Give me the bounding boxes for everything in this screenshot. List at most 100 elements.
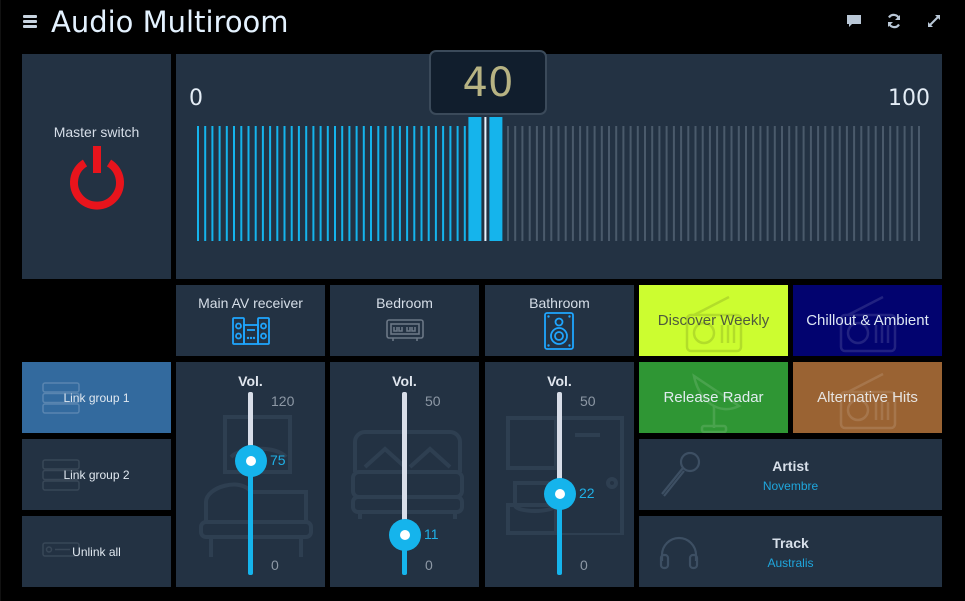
volume-bar[interactable] xyxy=(867,126,870,241)
slider-track-remaining[interactable] xyxy=(402,392,407,535)
volume-bar[interactable] xyxy=(838,126,841,241)
volume-bar[interactable] xyxy=(615,126,618,241)
volume-bar[interactable] xyxy=(817,126,820,241)
volume-bar[interactable] xyxy=(730,126,733,241)
volume-bar[interactable] xyxy=(254,126,257,241)
volume-bar[interactable] xyxy=(247,126,250,241)
volume-bar[interactable] xyxy=(874,126,877,241)
volume-bar[interactable] xyxy=(701,126,704,241)
power-icon[interactable] xyxy=(66,146,128,210)
volume-bar[interactable] xyxy=(261,126,264,241)
volume-bar[interactable] xyxy=(658,126,661,241)
device-main-av-receiver[interactable]: Main AV receiver xyxy=(176,285,325,356)
volume-bar[interactable] xyxy=(507,126,509,241)
volume-bar[interactable] xyxy=(622,126,625,241)
volume-bar[interactable] xyxy=(600,126,603,241)
volume-bar[interactable] xyxy=(442,126,445,241)
volume-bar[interactable] xyxy=(723,126,726,241)
volume-bar[interactable] xyxy=(579,126,582,241)
volume-bar[interactable] xyxy=(456,126,459,241)
volume-bar[interactable] xyxy=(528,126,531,241)
volume-bar[interactable] xyxy=(535,126,538,241)
volume-bar[interactable] xyxy=(557,126,560,241)
device-bedroom[interactable]: Bedroom xyxy=(330,285,479,356)
volume-handle-right[interactable] xyxy=(489,117,503,241)
volume-bar[interactable] xyxy=(355,126,358,241)
volume-bar[interactable] xyxy=(593,126,596,241)
volume-bar[interactable] xyxy=(564,126,567,241)
volume-handle-left[interactable] xyxy=(468,117,482,241)
volume-bar[interactable] xyxy=(636,126,639,241)
volume-bar[interactable] xyxy=(896,126,899,241)
volume-bar[interactable] xyxy=(449,126,452,241)
volume-bar[interactable] xyxy=(694,126,697,241)
volume-bar[interactable] xyxy=(305,126,308,241)
slider-thumb[interactable] xyxy=(234,444,267,477)
volume-bar[interactable] xyxy=(788,126,791,241)
volume-handle-center-line[interactable] xyxy=(484,117,487,241)
volume-bar[interactable] xyxy=(845,126,848,241)
slider-track-filled[interactable] xyxy=(248,460,253,575)
volume-bar[interactable] xyxy=(853,126,856,241)
volume-bar[interactable] xyxy=(240,126,243,241)
volume-bar[interactable] xyxy=(644,126,646,241)
volume-bar[interactable] xyxy=(233,126,235,241)
volume-bar[interactable] xyxy=(831,126,834,241)
volume-bar[interactable] xyxy=(276,126,279,241)
volume-bar[interactable] xyxy=(197,126,199,241)
volume-bar[interactable] xyxy=(665,126,668,241)
slider-thumb[interactable] xyxy=(388,518,421,551)
device-bathroom[interactable]: Bathroom xyxy=(485,285,634,356)
playlist-chillout-ambient[interactable]: Chillout & Ambient xyxy=(793,285,942,356)
volume-bar[interactable] xyxy=(759,126,762,241)
volume-bar[interactable] xyxy=(773,126,776,241)
volume-bar[interactable] xyxy=(514,126,517,241)
master-volume-tile[interactable]: 0 100 xyxy=(176,54,942,279)
playlist-discover-weekly[interactable]: Discover Weekly xyxy=(639,285,788,356)
chat-icon[interactable] xyxy=(845,12,865,32)
volume-bar[interactable] xyxy=(225,126,228,241)
volume-bars[interactable] xyxy=(176,54,942,279)
volume-bar[interactable] xyxy=(543,126,546,241)
volume-bar[interactable] xyxy=(218,126,221,241)
volume-bar[interactable] xyxy=(362,126,365,241)
volume-bar[interactable] xyxy=(420,126,423,241)
playlist-release-radar[interactable]: Release Radar xyxy=(639,362,788,433)
volume-bar[interactable] xyxy=(326,126,329,241)
link-group-2-button[interactable]: Link group 2 xyxy=(22,439,171,510)
master-switch-tile[interactable]: Master switch xyxy=(22,54,171,279)
volume-bar[interactable] xyxy=(629,126,632,241)
volume-bar[interactable] xyxy=(211,126,214,241)
refresh-icon[interactable] xyxy=(885,12,905,32)
volume-bar[interactable] xyxy=(391,126,394,241)
volume-bar[interactable] xyxy=(918,126,920,241)
volume-bar[interactable] xyxy=(427,126,430,241)
volume-bar[interactable] xyxy=(434,126,437,241)
volume-bar[interactable] xyxy=(795,126,798,241)
link-group-1-button[interactable]: Link group 1 xyxy=(22,362,171,433)
volume-bar[interactable] xyxy=(608,126,610,241)
volume-bar[interactable] xyxy=(716,126,719,241)
playlist-alternative-hits[interactable]: Alternative Hits xyxy=(793,362,942,433)
volume-bar[interactable] xyxy=(463,126,466,241)
volume-bar[interactable] xyxy=(882,126,884,241)
volume-bar[interactable] xyxy=(752,126,755,241)
volume-bar[interactable] xyxy=(802,126,805,241)
volume-bar[interactable] xyxy=(586,126,589,241)
volume-bar[interactable] xyxy=(406,126,409,241)
unlink-all-button[interactable]: Unlink all xyxy=(22,516,171,587)
slider-thumb[interactable] xyxy=(543,478,576,511)
volume-bar[interactable] xyxy=(384,126,387,241)
volume-bar[interactable] xyxy=(781,126,783,241)
volume-bar[interactable] xyxy=(889,126,892,241)
volume-bar[interactable] xyxy=(341,126,344,241)
volume-bar[interactable] xyxy=(737,126,740,241)
volume-bar[interactable] xyxy=(708,126,711,241)
volume-bar[interactable] xyxy=(571,126,574,241)
volume-bar[interactable] xyxy=(334,126,336,241)
volume-bar[interactable] xyxy=(903,126,906,241)
volume-bar[interactable] xyxy=(290,126,293,241)
volume-bar[interactable] xyxy=(297,126,300,241)
volume-bar[interactable] xyxy=(521,126,524,241)
volume-bar[interactable] xyxy=(809,126,812,241)
